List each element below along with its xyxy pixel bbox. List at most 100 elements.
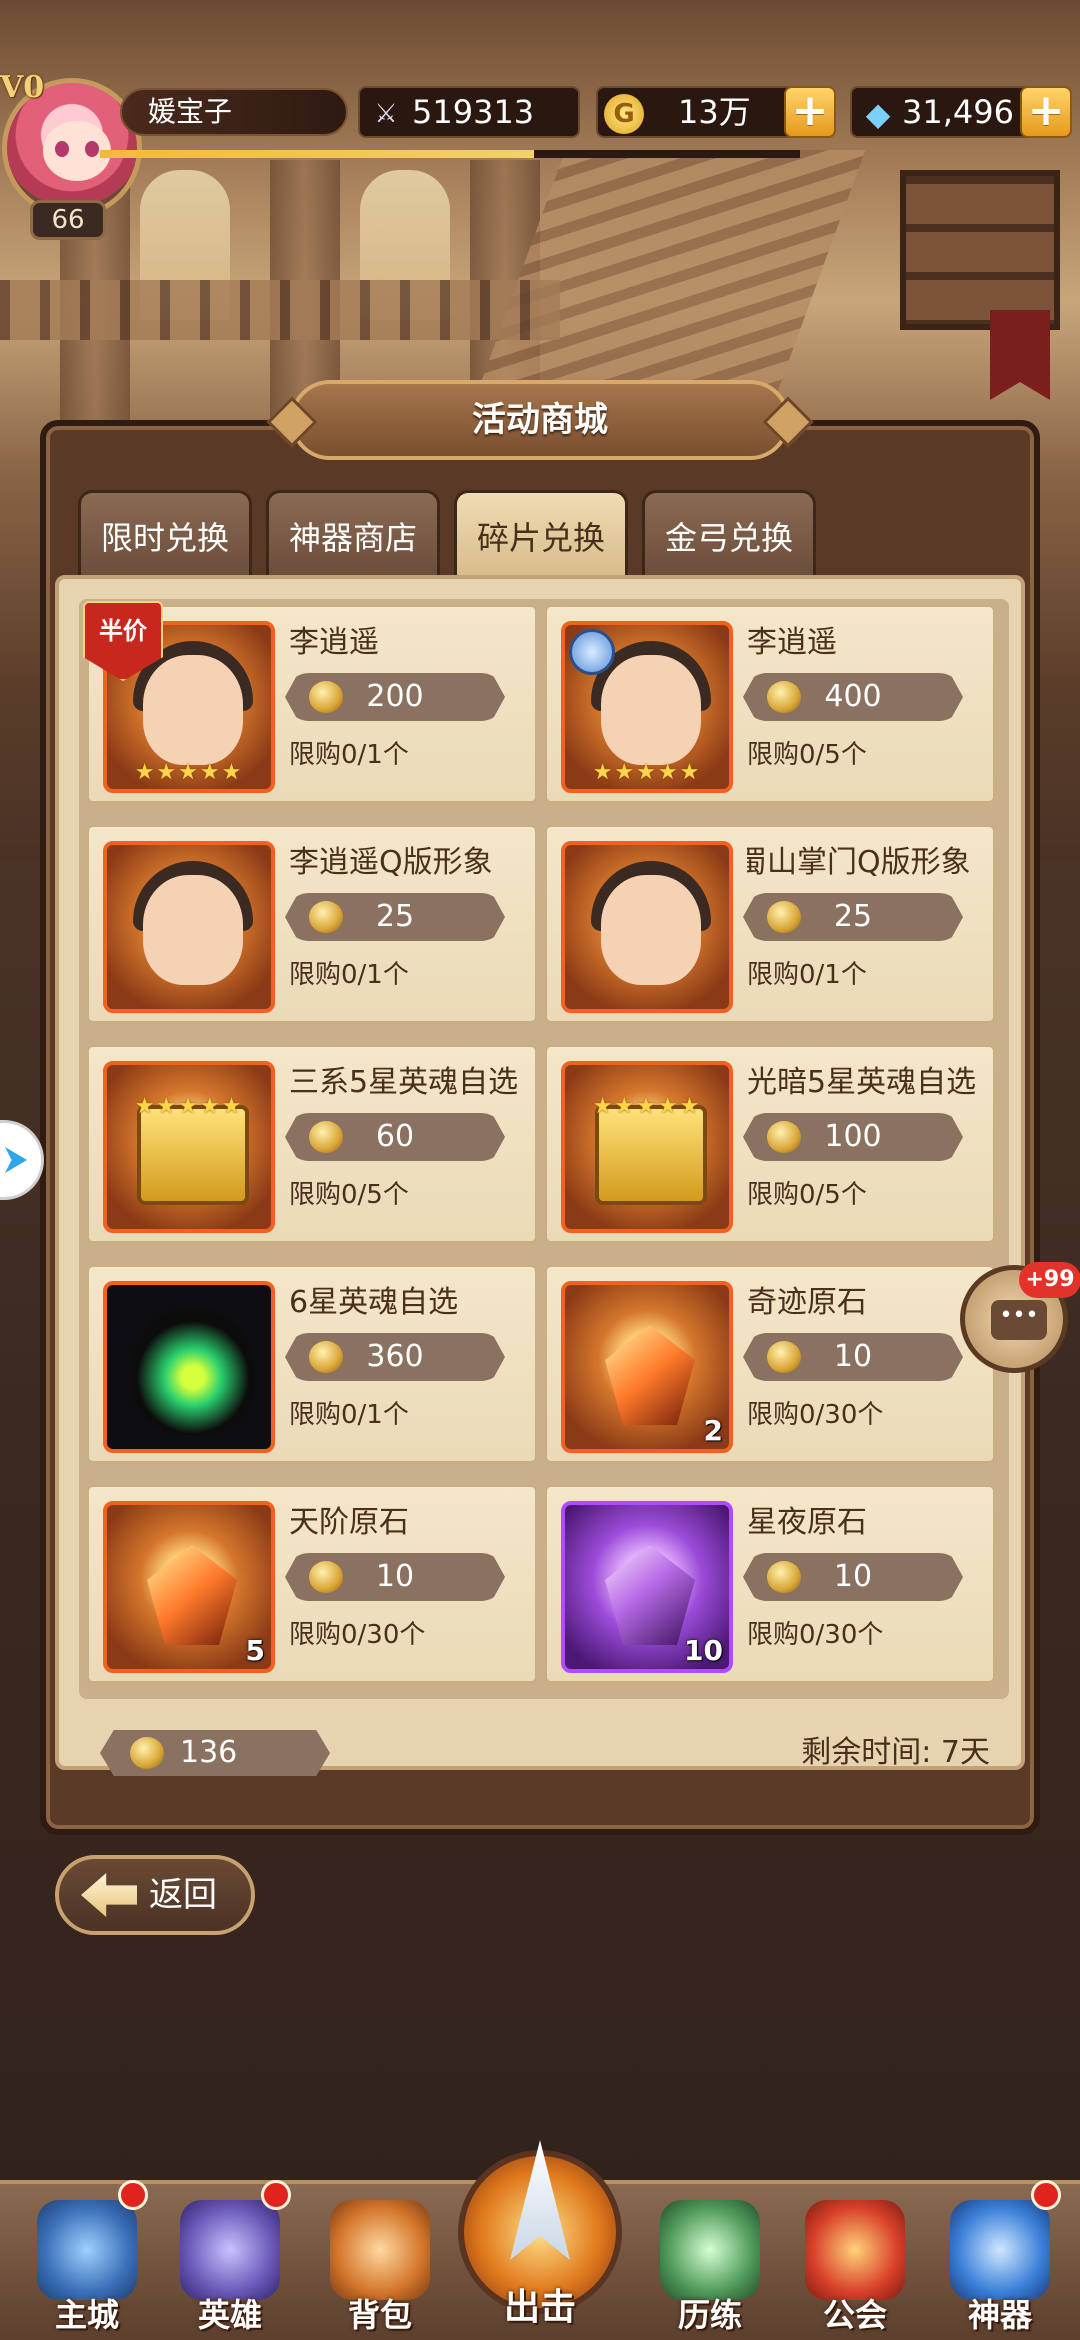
star-rating: ★★★★★ — [592, 760, 702, 785]
purchase-limit: 限购0/30个 — [747, 1400, 884, 1430]
add-diamond-button[interactable]: + — [1020, 86, 1072, 138]
bookshelf-decor — [900, 170, 1060, 330]
fragment-currency-icon — [767, 1341, 801, 1373]
back-button[interactable]: 返回 — [55, 1855, 255, 1935]
star-rating: ★★★★★ — [592, 1094, 702, 1119]
item-name: 星夜原石 — [747, 1505, 867, 1540]
gold-display: G 13万 + — [596, 86, 836, 138]
shop-item[interactable]: ★★★★★ 光暗5星英魂自选 100 限购0/5个 — [545, 1045, 995, 1243]
fragment-currency-icon — [309, 1121, 343, 1153]
shop-item[interactable]: ★★★★★ 李逍遥 400 限购0/5个 — [545, 605, 995, 803]
notification-dot — [261, 2180, 291, 2210]
shop-item[interactable]: 6星英魂自选 360 限购0/1个 — [87, 1265, 537, 1463]
banner-decor — [990, 310, 1050, 400]
player-name: 媛宝子 — [120, 88, 348, 136]
shop-content: 半价 ★★★★★ 李逍遥 200 限购0/1个 ★★★★★ 李逍遥 400 限购… — [55, 575, 1025, 1770]
railing-decor — [0, 280, 560, 340]
shop-item[interactable]: 2 奇迹原石 10 限购0/30个 — [545, 1265, 995, 1463]
shop-item[interactable]: 半价 ★★★★★ 李逍遥 200 限购0/1个 — [83, 601, 537, 803]
nav-backpack[interactable]: 背包 — [315, 2180, 445, 2340]
tab-artifact-shop[interactable]: 神器商店 — [266, 490, 440, 575]
item-grid[interactable]: 半价 ★★★★★ 李逍遥 200 限购0/1个 ★★★★★ 李逍遥 400 限购… — [79, 599, 1009, 1699]
chibi-skin-portrait — [103, 841, 275, 1013]
backpack-icon — [330, 2200, 430, 2300]
fragment-currency-icon — [767, 1561, 801, 1593]
swords-icon: ⚔ — [374, 99, 398, 129]
nav-main-city[interactable]: 主城 — [22, 2180, 152, 2340]
purchase-limit: 限购0/5个 — [747, 740, 867, 770]
purchase-limit: 限购0/5个 — [747, 1180, 867, 1210]
item-name: 光暗5星英魂自选 — [747, 1065, 977, 1100]
shop-item[interactable]: 蜀山掌门Q版形象 25 限购0/1个 — [545, 825, 995, 1023]
vip-level: V0 — [0, 70, 45, 105]
treasure-chest-icon: ★★★★★ — [103, 1061, 275, 1233]
nav-artifact[interactable]: 神器 — [935, 2180, 1065, 2340]
shop-item[interactable]: 李逍遥Q版形象 25 限购0/1个 — [87, 825, 537, 1023]
fragment-currency-icon — [767, 1121, 801, 1153]
item-name: 天阶原石 — [289, 1505, 409, 1540]
tab-fragment-exchange[interactable]: 碎片兑换 — [454, 490, 628, 575]
gold-value: 13万 — [678, 93, 751, 131]
nav-heroes[interactable]: 英雄 — [165, 2180, 295, 2340]
training-emblem-icon — [660, 2200, 760, 2300]
item-price[interactable]: 25 — [743, 893, 963, 941]
nav-training[interactable]: 历练 — [645, 2180, 775, 2340]
item-price[interactable]: 200 — [285, 673, 505, 721]
exp-bar — [100, 150, 800, 158]
item-name: 三系5星英魂自选 — [289, 1065, 519, 1100]
fragment-balance-value: 136 — [180, 1735, 238, 1770]
item-price[interactable]: 400 — [743, 673, 963, 721]
player-level: 66 — [30, 200, 106, 240]
item-price[interactable]: 10 — [285, 1553, 505, 1601]
item-count: 5 — [245, 1634, 265, 1667]
fragment-currency-icon — [767, 681, 801, 713]
back-arrow-icon — [81, 1873, 137, 1917]
item-name: 蜀山掌门Q版形象 — [747, 845, 971, 880]
heaven-stone-icon: 5 — [103, 1501, 275, 1673]
nav-attack[interactable]: 出击 — [458, 2140, 622, 2340]
treasure-chest-icon: ★★★★★ — [561, 1061, 733, 1233]
element-badge-icon — [569, 629, 615, 675]
purchase-limit: 限购0/30个 — [289, 1620, 426, 1650]
item-name: 李逍遥Q版形象 — [289, 845, 493, 880]
tab-limited-exchange[interactable]: 限时兑换 — [78, 490, 252, 575]
item-name: 6星英魂自选 — [289, 1285, 459, 1320]
purchase-limit: 限购0/30个 — [747, 1620, 884, 1650]
add-gold-button[interactable]: + — [784, 86, 836, 138]
item-price[interactable]: 10 — [743, 1333, 963, 1381]
remaining-time: 剩余时间: 7天 — [801, 1735, 990, 1770]
shop-item[interactable]: ★★★★★ 三系5星英魂自选 60 限购0/5个 — [87, 1045, 537, 1243]
miracle-stone-icon: 2 — [561, 1281, 733, 1453]
item-count: 10 — [684, 1634, 723, 1667]
item-price[interactable]: 360 — [285, 1333, 505, 1381]
fragment-currency-icon — [309, 1561, 343, 1593]
starnight-stone-icon: 10 — [561, 1501, 733, 1673]
chat-button[interactable]: ••• +99 — [960, 1262, 1080, 1373]
item-price[interactable]: 60 — [285, 1113, 505, 1161]
chat-unread-badge: +99 — [1019, 1262, 1080, 1298]
back-button-label: 返回 — [149, 1875, 217, 1915]
fragment-balance: 136 — [100, 1730, 330, 1776]
fragment-currency-icon — [130, 1737, 164, 1769]
shop-item[interactable]: 5 天阶原石 10 限购0/30个 — [87, 1485, 537, 1683]
item-name: 李逍遥 — [747, 625, 837, 660]
notification-dot — [1031, 2180, 1061, 2210]
nav-guild[interactable]: 公会 — [790, 2180, 920, 2340]
item-price[interactable]: 25 — [285, 893, 505, 941]
fragment-currency-icon — [309, 681, 343, 713]
tab-golden-bow-exchange[interactable]: 金弓兑换 — [642, 490, 816, 575]
star-rating: ★★★★★ — [134, 1094, 244, 1119]
shop-item[interactable]: 10 星夜原石 10 限购0/30个 — [545, 1485, 995, 1683]
item-price[interactable]: 100 — [743, 1113, 963, 1161]
diamond-icon: ◆ — [865, 95, 891, 133]
diamond-display: ◆ 31,496 + — [850, 86, 1072, 138]
purchase-limit: 限购0/1个 — [289, 740, 409, 770]
item-count: 2 — [703, 1414, 723, 1447]
fragment-currency-icon — [309, 901, 343, 933]
purchase-limit: 限购0/1个 — [289, 960, 409, 990]
item-name: 奇迹原石 — [747, 1285, 867, 1320]
chat-bubble-icon: ••• — [991, 1300, 1047, 1340]
item-price[interactable]: 10 — [743, 1553, 963, 1601]
purchase-limit: 限购0/1个 — [289, 1400, 409, 1430]
artifact-orb-icon — [950, 2200, 1050, 2300]
